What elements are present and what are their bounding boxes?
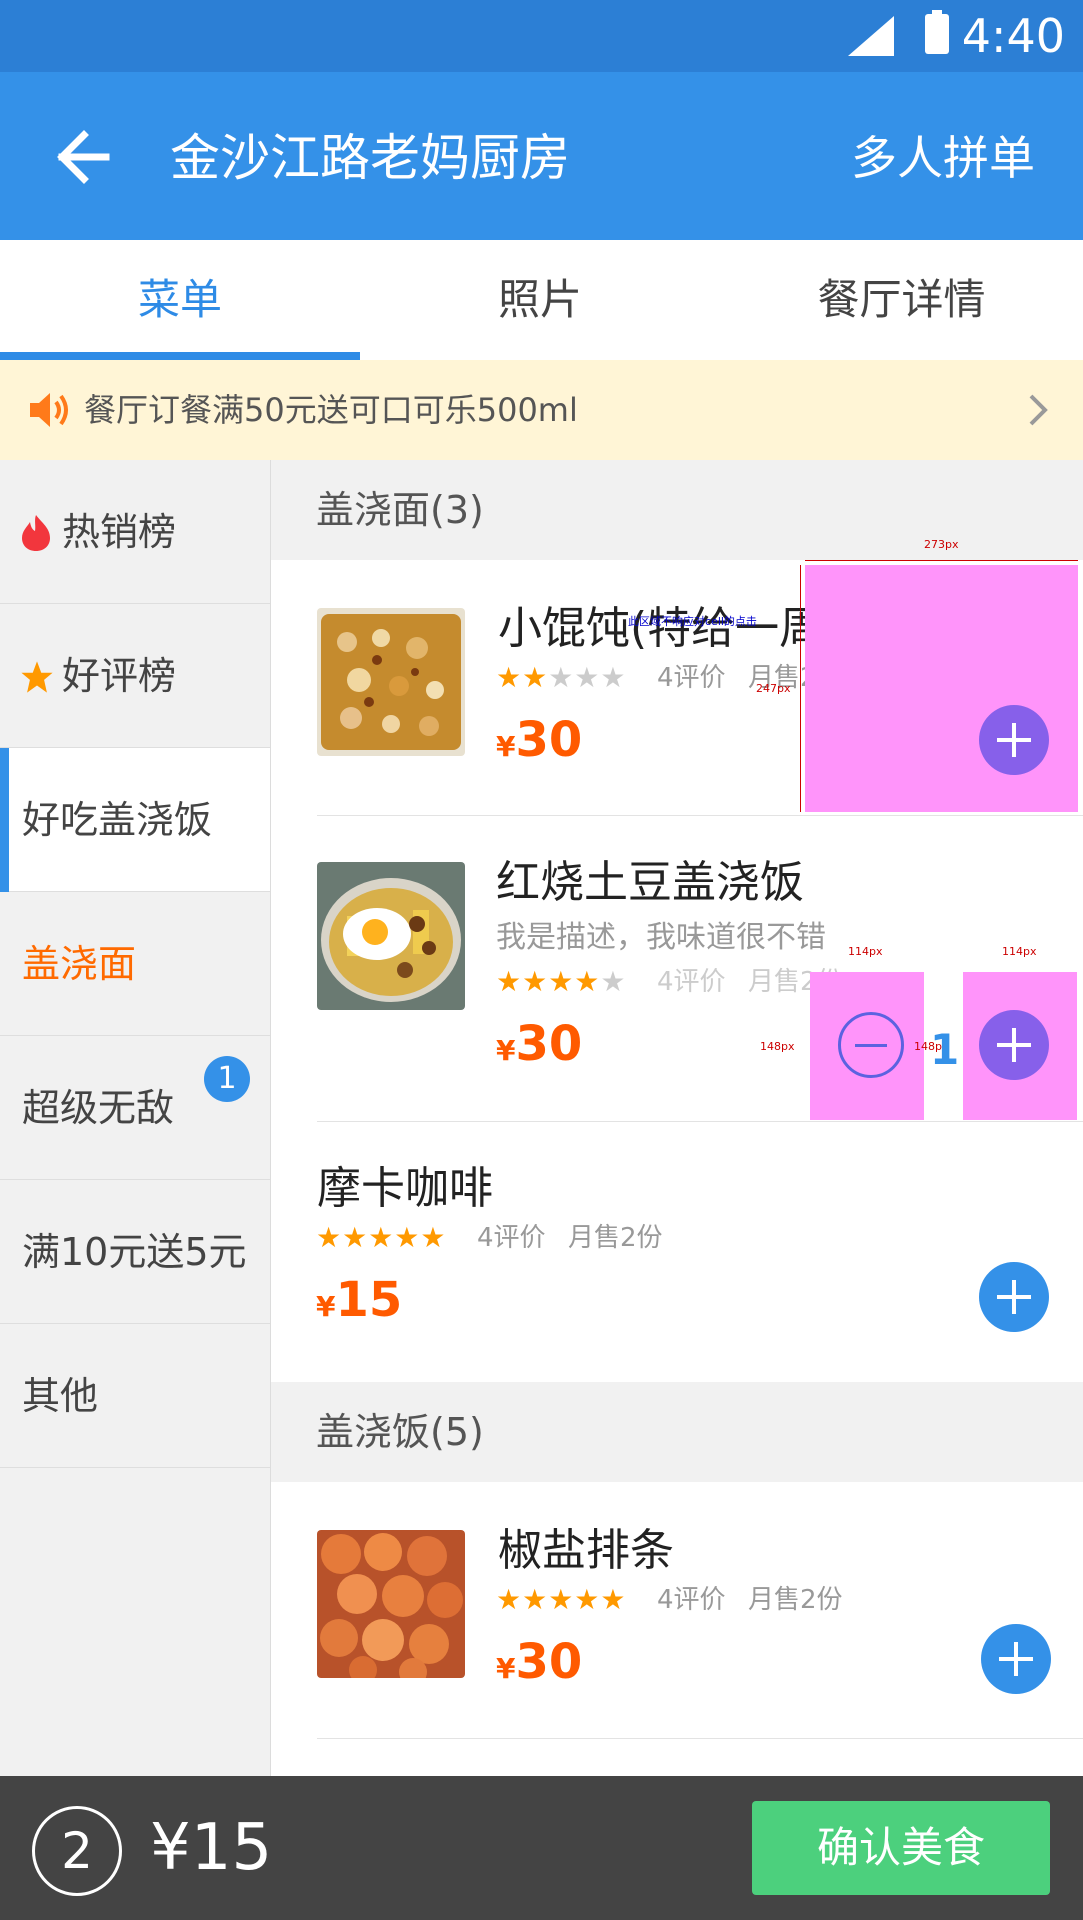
- status-time: 4:40: [961, 9, 1065, 63]
- chevron-right-icon: [1029, 394, 1048, 426]
- add-dish-button[interactable]: [981, 1624, 1051, 1694]
- monthly-sales: 月售2份: [748, 1585, 843, 1615]
- sidebar-item-tasty-rice[interactable]: 好吃盖浇饭: [0, 748, 270, 892]
- cart-total: ¥15: [150, 1811, 273, 1885]
- dish-price: ¥30: [496, 1634, 583, 1690]
- rating-stars: ★★★★★: [496, 964, 627, 1000]
- review-count: 4评价: [477, 1223, 546, 1253]
- rating-stars: ★★★★★: [496, 660, 627, 696]
- monthly-sales: 月售2份: [568, 1223, 663, 1253]
- status-bar: [0, 0, 1083, 72]
- tab-photos[interactable]: 照片: [360, 240, 720, 360]
- sidebar-item-hot[interactable]: 热销榜: [0, 460, 270, 604]
- sidebar-item-top-rated[interactable]: 好评榜: [0, 604, 270, 748]
- star-icon: [21, 661, 53, 693]
- annotation-note: 此区域不响应对cell的点击: [628, 615, 757, 628]
- sidebar-item-invincible[interactable]: 超级无敌 1: [0, 1036, 270, 1180]
- divider: [317, 815, 1083, 816]
- rating-stars: ★★★★★: [496, 1582, 627, 1618]
- quantity-count: 1: [930, 1025, 960, 1074]
- speaker-icon: [30, 393, 68, 427]
- tab-restaurant-details[interactable]: 餐厅详情: [720, 240, 1083, 360]
- review-count: 4评价: [657, 967, 726, 997]
- sidebar-item-label: 超级无敌: [22, 1086, 175, 1130]
- divider: [317, 1121, 1083, 1122]
- star-icon: ★★★★★: [496, 1583, 627, 1616]
- sidebar-item-label: 热销榜: [62, 510, 177, 554]
- sidebar-item-label: 其他: [22, 1374, 99, 1418]
- back-arrow-icon[interactable]: [40, 112, 130, 202]
- review-count: 4评价: [657, 1585, 726, 1615]
- section-title: 盖浇面(3): [316, 488, 484, 532]
- promo-text: 餐厅订餐满50元送可口可乐500ml: [84, 391, 578, 429]
- star-icon: ★★: [496, 661, 549, 694]
- sidebar-item-other[interactable]: 其他: [0, 1324, 270, 1468]
- decrease-quantity-button[interactable]: [838, 1012, 904, 1078]
- dish-price: ¥15: [316, 1272, 403, 1328]
- add-dish-button[interactable]: [979, 1010, 1049, 1080]
- sidebar-item-label: 盖浇面: [22, 942, 137, 986]
- fire-icon: [22, 515, 50, 551]
- battery-icon: [925, 14, 949, 54]
- review-count: 4评价: [657, 663, 726, 693]
- add-dish-button[interactable]: [979, 1262, 1049, 1332]
- tab-menu[interactable]: 菜单: [0, 240, 360, 360]
- sidebar-item-noodles[interactable]: 盖浇面: [0, 892, 270, 1036]
- section-header: 盖浇面(3): [271, 460, 1083, 560]
- sidebar-item-label: 好评榜: [62, 654, 177, 698]
- cart-count-badge[interactable]: 2: [32, 1806, 122, 1896]
- dish-name: 小馄饨(特给一周): [498, 603, 841, 654]
- dish-image[interactable]: [317, 1530, 465, 1678]
- sidebar-item-label: 好吃盖浇饭: [22, 798, 213, 842]
- restaurant-title: 金沙江路老妈厨房: [170, 129, 570, 187]
- dish-name: 红烧土豆盖浇饭: [496, 857, 804, 908]
- measure-width-label: 114px: [1002, 945, 1037, 958]
- sidebar-item-promo[interactable]: 满10元送5元: [0, 1180, 270, 1324]
- tab-indicator: [0, 352, 360, 360]
- measure-width-label: 114px: [848, 945, 883, 958]
- rating-stars: ★★★★★: [316, 1220, 447, 1256]
- dish-description: 我是描述，我味道很不错: [496, 920, 826, 955]
- divider: [317, 1738, 1083, 1739]
- tap-area-highlight: [805, 565, 1078, 812]
- star-icon: ★★★★: [496, 965, 601, 998]
- star-empty-icon: ★★★: [548, 661, 627, 694]
- sidebar-item-label: 满10元送5元: [22, 1230, 247, 1274]
- dish-name: 椒盐排条: [498, 1525, 674, 1576]
- dish-price: ¥30: [496, 712, 583, 768]
- count-badge: 1: [204, 1056, 250, 1102]
- multi-order-button[interactable]: 多人拼单: [851, 118, 1035, 198]
- dish-image[interactable]: [317, 862, 465, 1010]
- confirm-button[interactable]: 确认美食: [752, 1801, 1050, 1895]
- dish-name: 摩卡咖啡: [317, 1163, 493, 1214]
- section-header: 盖浇饭(5): [271, 1382, 1083, 1482]
- add-dish-button[interactable]: [979, 705, 1049, 775]
- measure-height-label: 148px: [760, 1040, 795, 1053]
- star-icon: ★★★★★: [316, 1221, 447, 1254]
- signal-icon: [848, 16, 894, 56]
- measure-height-label: 247px: [756, 682, 791, 695]
- selected-indicator: [0, 748, 9, 892]
- dish-price: ¥30: [496, 1016, 583, 1072]
- star-empty-icon: ★: [600, 965, 627, 998]
- dish-image[interactable]: [317, 608, 465, 756]
- section-title: 盖浇饭(5): [316, 1410, 484, 1454]
- measure-width-label: 273px: [924, 538, 959, 551]
